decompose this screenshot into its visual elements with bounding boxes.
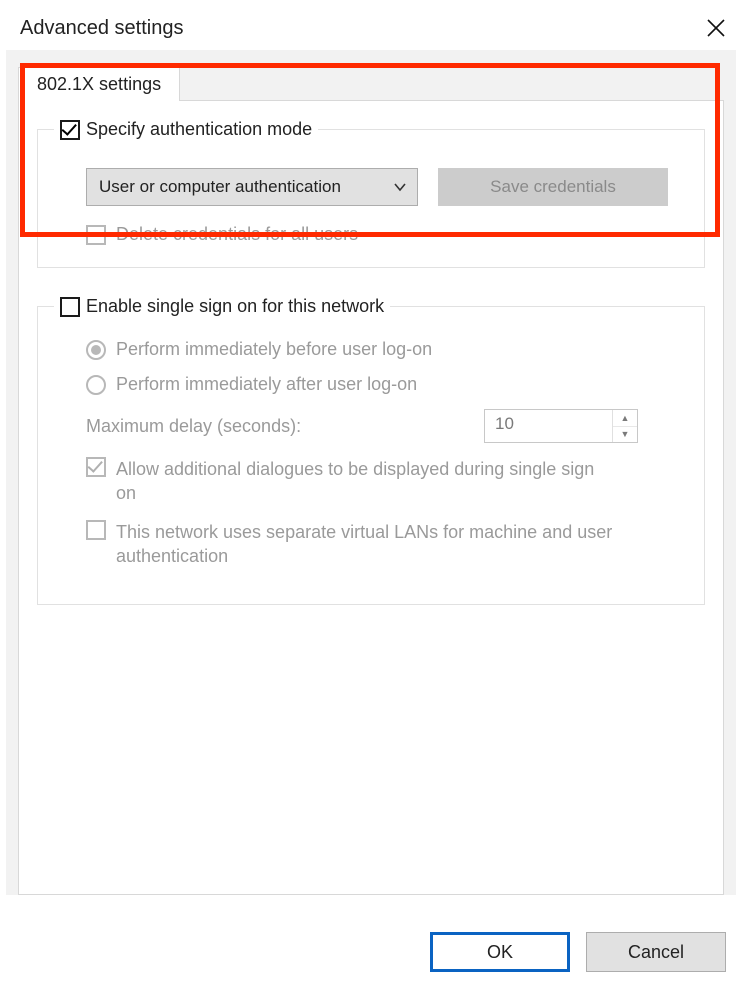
allow-dialogues-row: Allow additional dialogues to be display… [86,457,684,506]
radio-after-row: Perform immediately after user log-on [86,374,684,395]
radio-after-label: Perform immediately after user log-on [116,374,417,395]
group-sso: Enable single sign on for this network P… [37,296,705,605]
tab-8021x[interactable]: 802.1X settings [18,67,180,101]
radio-after-logon [86,375,106,395]
footer: OK Cancel [430,932,726,972]
allow-dialogues-label: Allow additional dialogues to be display… [116,457,616,506]
radio-before-row: Perform immediately before user log-on [86,339,684,360]
window-title: Advanced settings [20,17,183,40]
checkbox-specify-auth-mode[interactable] [60,120,80,140]
cancel-button[interactable]: Cancel [586,932,726,972]
checkbox-separate-vlan [86,520,106,540]
spinner-up-icon: ▲ [613,410,637,427]
chevron-down-icon [393,180,407,194]
auth-mode-value: User or computer authentication [99,177,341,197]
checkbox-allow-dialogues [86,457,106,477]
delay-row: Maximum delay (seconds): 10 ▲ ▼ [86,409,638,443]
content-area: 802.1X settings Specify authentication m… [6,50,736,895]
group-auth-mode: Specify authentication mode User or comp… [37,119,705,268]
save-credentials-button: Save credentials [438,168,668,206]
legend-sso-label: Enable single sign on for this network [86,296,384,317]
legend-sso: Enable single sign on for this network [54,296,390,317]
checkbox-enable-sso[interactable] [60,297,80,317]
ok-button[interactable]: OK [430,932,570,972]
titlebar: Advanced settings [0,0,742,50]
delay-spinner: 10 ▲ ▼ [484,409,638,443]
separate-vlan-row: This network uses separate virtual LANs … [86,520,684,569]
spinner-buttons: ▲ ▼ [613,410,637,442]
auth-row: User or computer authentication Save cre… [86,168,684,206]
radio-before-logon [86,340,106,360]
checkbox-delete-credentials [86,225,106,245]
tab-panel: Specify authentication mode User or comp… [18,100,724,895]
delete-credentials-label: Delete credentials for all users [116,224,358,245]
delay-label: Maximum delay (seconds): [86,416,301,437]
radio-before-label: Perform immediately before user log-on [116,339,432,360]
separate-vlan-label: This network uses separate virtual LANs … [116,520,616,569]
auth-mode-select[interactable]: User or computer authentication [86,168,418,206]
delay-value: 10 [485,410,613,442]
close-icon[interactable] [704,16,728,40]
spinner-down-icon: ▼ [613,427,637,443]
legend-auth-mode-label: Specify authentication mode [86,119,312,140]
legend-auth-mode: Specify authentication mode [54,119,318,140]
advanced-settings-window: Advanced settings 802.1X settings Specif… [0,0,742,986]
tab-strip: 802.1X settings [18,67,724,101]
delete-credentials-row: Delete credentials for all users [86,224,684,245]
